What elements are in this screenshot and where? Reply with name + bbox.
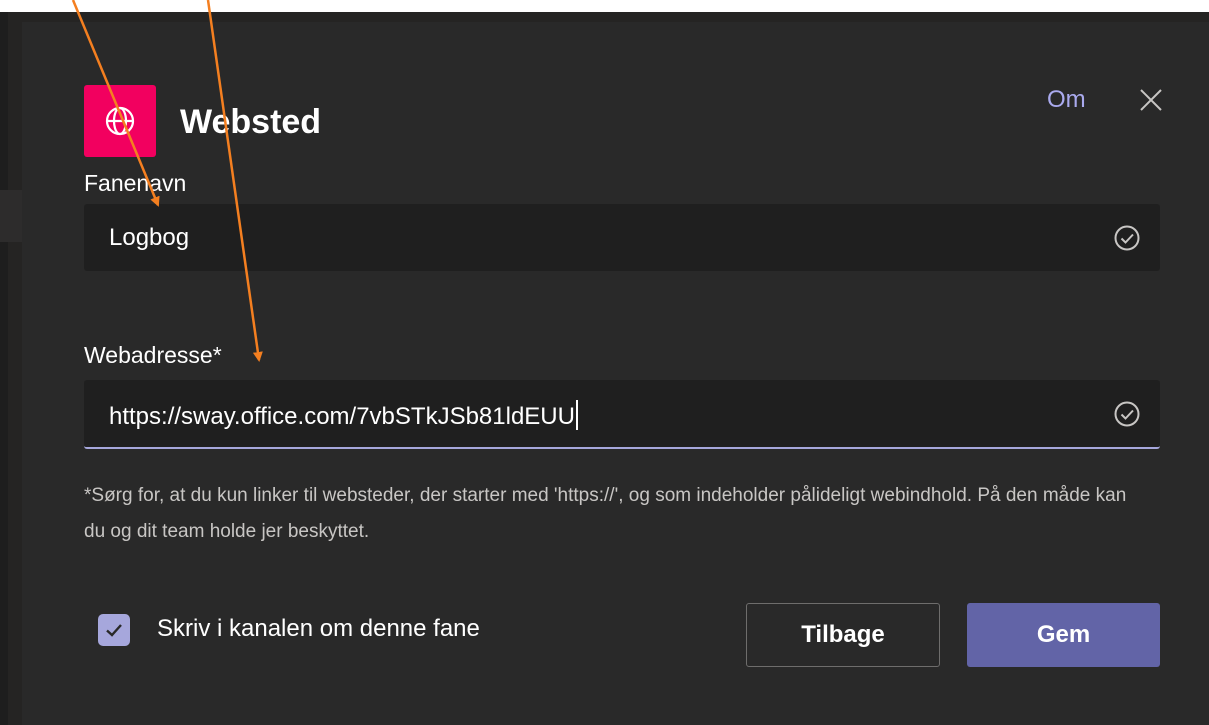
url-label: Webadresse* — [84, 342, 222, 368]
dialog-title: Websted — [180, 103, 322, 141]
text-caret — [575, 400, 578, 430]
close-icon[interactable] — [1137, 86, 1165, 114]
url-value: https://sway.office.com/7vbSTkJSb81ldEUU — [109, 403, 575, 430]
check-circle-icon — [1112, 223, 1142, 253]
security-note: *Sørg for, at du kun linker til webstede… — [84, 485, 1127, 542]
url-value-wrap: https://sway.office.com/7vbSTkJSb81ldEUU — [109, 400, 578, 431]
backdrop-edge — [0, 12, 8, 725]
url-field[interactable]: https://sway.office.com/7vbSTkJSb81ldEUU — [84, 380, 1160, 449]
post-to-channel-label[interactable]: Skriv i kanalen om denne fane — [157, 615, 480, 643]
save-button[interactable]: Gem — [967, 603, 1160, 667]
tab-name-field[interactable]: Logbog — [84, 204, 1160, 271]
post-to-channel-checkbox[interactable] — [98, 614, 130, 646]
back-button[interactable]: Tilbage — [746, 603, 940, 667]
about-link[interactable]: Om — [1047, 86, 1086, 114]
globe-icon — [84, 85, 156, 157]
check-circle-icon — [1112, 399, 1142, 429]
backdrop-shade — [0, 190, 22, 242]
tab-name-label: Fanenavn — [84, 170, 187, 196]
tab-name-value: Logbog — [109, 224, 190, 251]
